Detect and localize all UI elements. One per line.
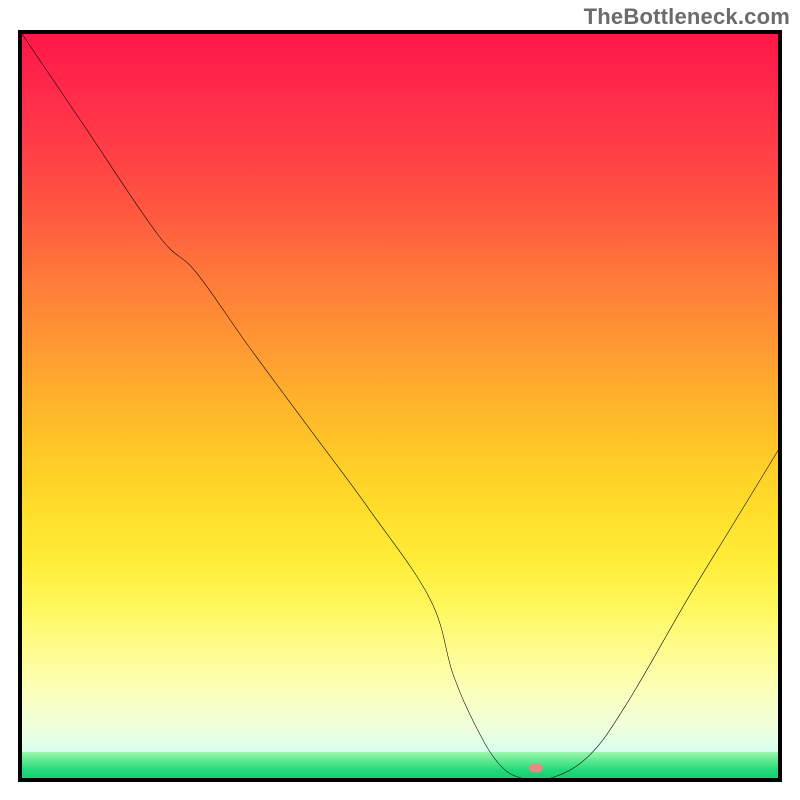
bottleneck-curve-path (22, 34, 778, 778)
chart-plot-area (18, 30, 782, 782)
marker-pill (529, 764, 543, 773)
chart-curve-layer (22, 34, 778, 778)
watermark-text: TheBottleneck.com (584, 4, 790, 30)
